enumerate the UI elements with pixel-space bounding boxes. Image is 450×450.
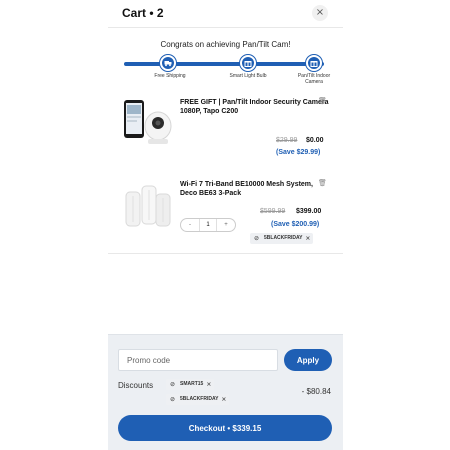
trash-icon[interactable]: 🗑 [318, 179, 327, 187]
item-price: $0.00 [306, 137, 324, 144]
remove-discount-icon[interactable]: × [221, 394, 226, 405]
product-image-mesh-system [122, 180, 174, 232]
item-name: Wi-Fi 7 Tri-Band BE10000 Mesh System, De… [180, 181, 313, 197]
discount-code: 5BLACKFRIDAY [180, 396, 219, 402]
milestone-label-free-shipping: Free Shipping [154, 73, 186, 79]
milestone-label-camera: Pan/Tilt Indoor Camera [297, 73, 331, 85]
increase-quantity-button[interactable]: + [219, 219, 233, 231]
checkout-button[interactable]: Checkout • $339.15 [118, 415, 332, 441]
item-name: FREE GIFT | Pan/Tilt Indoor Security Cam… [180, 99, 329, 115]
apply-promo-button[interactable]: Apply [284, 349, 332, 371]
cart-drawer: Cart • 2 × Congrats on achieving Pan/Til… [108, 0, 343, 450]
product-image-camera [122, 96, 174, 148]
decrease-quantity-button[interactable]: - [183, 219, 197, 231]
remove-coupon-icon[interactable]: × [305, 233, 310, 244]
quantity-stepper: - 1 + [180, 218, 236, 232]
trash-icon[interactable]: 🗑 [318, 97, 327, 105]
cart-title: Cart • 2 [122, 6, 164, 20]
close-icon[interactable]: × [312, 5, 328, 21]
tag-icon: ⊘ [254, 235, 260, 242]
discount-total: - $80.84 [301, 387, 331, 396]
item-savings: (Save $200.99) [271, 221, 320, 228]
promo-code-input[interactable] [118, 349, 278, 371]
gift-icon [240, 55, 256, 71]
cart-item: Wi-Fi 7 Tri-Band BE10000 Mesh System, De… [108, 174, 343, 254]
item-original-price: $599.99 [260, 208, 286, 215]
cart-footer: Apply Discounts ⊘ SMART15 × ⊘ 5BLACKFRID… [108, 334, 343, 450]
discount-chip: ⊘ 5BLACKFRIDAY × [166, 394, 230, 405]
discounts-label: Discounts [118, 381, 154, 390]
tag-icon: ⊘ [170, 381, 176, 388]
discount-chip: ⊘ SMART15 × [166, 379, 215, 390]
item-original-price: $29.99 [276, 137, 298, 144]
item-price: $399.00 [296, 208, 322, 215]
reward-progress-message: Congrats on achieving Pan/Tilt Cam! [160, 40, 291, 49]
milestone-label-smart-bulb: Smart Light Bulb [229, 73, 267, 79]
truck-icon [160, 55, 176, 71]
reward-progress-bar [124, 62, 324, 66]
item-savings: (Save $29.99) [276, 149, 321, 156]
quantity-value[interactable]: 1 [199, 219, 217, 231]
cart-header: Cart • 2 × [108, 0, 343, 28]
applied-coupon-chip: ⊘ 5BLACKFRIDAY × [250, 233, 314, 244]
remove-discount-icon[interactable]: × [206, 379, 211, 390]
tag-icon: ⊘ [170, 396, 176, 403]
gift-icon [306, 55, 322, 71]
coupon-code: 5BLACKFRIDAY [264, 235, 303, 241]
cart-item: FREE GIFT | Pan/Tilt Indoor Security Cam… [108, 92, 343, 168]
discount-code: SMART15 [180, 381, 204, 387]
